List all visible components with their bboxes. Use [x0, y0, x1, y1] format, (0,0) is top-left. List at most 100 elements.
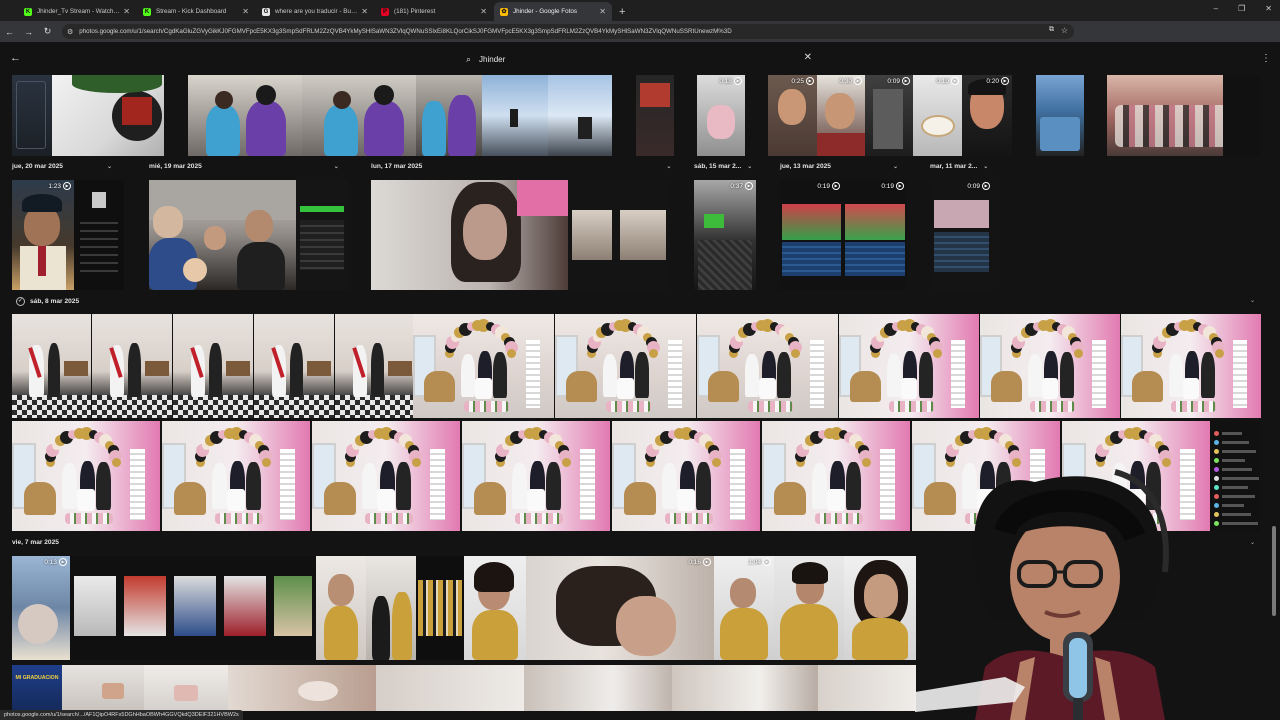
close-tab-icon[interactable]: ✕: [361, 7, 368, 16]
photo-tile[interactable]: [548, 75, 612, 156]
photo-tile[interactable]: [672, 665, 818, 711]
photo-tile[interactable]: [697, 314, 838, 418]
photo-tile[interactable]: [296, 180, 348, 290]
clear-search-icon[interactable]: ✕: [804, 52, 812, 63]
video-tile[interactable]: 0:13 ▶: [12, 556, 70, 660]
scrollbar-thumb[interactable]: [1272, 526, 1276, 616]
photo-tile[interactable]: MI GRADUACION: [12, 665, 62, 711]
photo-tile[interactable]: [52, 75, 164, 156]
install-icon[interactable]: ⧉: [1049, 26, 1054, 34]
photo-tile[interactable]: [12, 75, 52, 156]
photo-tile[interactable]: [170, 556, 220, 660]
date-header[interactable]: sáb, 15 mar 2... ⌄: [694, 163, 752, 170]
browser-tab[interactable]: K Stream - Kick Dashboard ✕: [137, 2, 255, 21]
photo-tile[interactable]: [371, 180, 568, 290]
photo-tile[interactable]: [464, 556, 526, 660]
photo-tile[interactable]: [335, 314, 415, 418]
video-tile[interactable]: 0:19 ▶: [780, 180, 843, 290]
page-scrollbar[interactable]: [1272, 78, 1276, 708]
search-box[interactable]: ⌕ ✕: [462, 49, 820, 69]
photo-tile[interactable]: [92, 314, 172, 418]
chevron-down-icon[interactable]: ⌄: [666, 163, 671, 170]
photo-tile[interactable]: [120, 556, 170, 660]
photo-tile[interactable]: [1121, 314, 1261, 418]
video-tile[interactable]: 0:16 ▶: [526, 556, 714, 660]
photo-tile[interactable]: [149, 180, 296, 290]
video-tile[interactable]: 0:37 ▶: [694, 180, 756, 290]
photo-tile[interactable]: [70, 556, 120, 660]
bookmark-star-icon[interactable]: ☆: [1061, 26, 1068, 35]
photo-tile[interactable]: [774, 556, 844, 660]
photo-tile[interactable]: [462, 421, 610, 531]
close-tab-icon[interactable]: ✕: [242, 7, 249, 16]
photo-tile[interactable]: [762, 421, 910, 531]
date-header[interactable]: ✓ sáb, 8 mar 2025: [16, 297, 79, 306]
photo-tile[interactable]: [416, 556, 464, 660]
minimize-icon[interactable]: –: [1214, 4, 1218, 13]
video-tile[interactable]: 0:19 ▶: [843, 180, 907, 290]
photo-tile[interactable]: [413, 314, 554, 418]
date-header[interactable]: jue, 13 mar 2025 ⌄: [780, 163, 898, 170]
video-tile[interactable]: 0:19 ▶: [913, 75, 962, 156]
new-tab-button[interactable]: +: [619, 6, 625, 18]
photo-tile[interactable]: [302, 75, 416, 156]
date-header[interactable]: mar, 11 mar 2... ⌄: [930, 163, 988, 170]
photo-tile[interactable]: [220, 556, 270, 660]
photo-tile[interactable]: [818, 665, 916, 711]
video-tile[interactable]: 1:23 ▶: [12, 180, 74, 290]
photo-tile[interactable]: [612, 421, 760, 531]
photo-tile[interactable]: [1210, 421, 1260, 531]
photo-tile[interactable]: [844, 556, 916, 660]
photo-tile[interactable]: [482, 75, 548, 156]
close-tab-icon[interactable]: ✕: [123, 7, 130, 16]
site-info-icon[interactable]: ⚙: [67, 28, 73, 36]
browser-tab[interactable]: ✿ Jhinder - Google Fotos ✕: [494, 2, 612, 21]
more-options-icon[interactable]: ⋮: [1261, 53, 1271, 64]
photo-tile[interactable]: [62, 665, 144, 711]
photo-tile[interactable]: [312, 421, 460, 531]
photo-tile[interactable]: [12, 421, 160, 531]
photo-tile[interactable]: [416, 75, 482, 156]
browser-tab[interactable]: P (181) Pinterest ✕: [375, 2, 493, 21]
close-tab-icon[interactable]: ✕: [599, 7, 606, 16]
video-tile[interactable]: 0:09 ▶: [865, 75, 913, 156]
video-tile[interactable]: 0:18 ▶: [697, 75, 745, 156]
arrow-back-icon[interactable]: ←: [10, 52, 21, 64]
photo-tile[interactable]: [524, 665, 672, 711]
forward-icon[interactable]: →: [19, 27, 38, 37]
close-window-icon[interactable]: ✕: [1265, 4, 1272, 13]
photo-tile[interactable]: [228, 665, 376, 711]
close-tab-icon[interactable]: ✕: [480, 7, 487, 16]
video-tile[interactable]: 1:04 ▶: [714, 556, 774, 660]
chevron-down-icon[interactable]: ⌄: [983, 163, 988, 170]
photo-tile[interactable]: [555, 314, 696, 418]
photo-tile[interactable]: [980, 314, 1120, 418]
photo-tile[interactable]: [144, 665, 228, 711]
photo-tile[interactable]: [254, 314, 334, 418]
search-input[interactable]: [479, 54, 780, 64]
chevron-down-icon[interactable]: ⌄: [1250, 297, 1255, 304]
chevron-down-icon[interactable]: ⌄: [334, 163, 339, 170]
photo-tile[interactable]: [1036, 75, 1084, 156]
photo-tile[interactable]: [162, 421, 310, 531]
chevron-down-icon[interactable]: ⌄: [1250, 539, 1255, 546]
video-tile[interactable]: 0:09 ▶: [930, 180, 993, 290]
photo-tile[interactable]: [568, 180, 616, 290]
chevron-down-icon[interactable]: ⌄: [747, 163, 752, 170]
photo-tile[interactable]: [12, 314, 91, 418]
video-tile[interactable]: 0:25 ▶: [768, 75, 817, 156]
photo-tile[interactable]: [188, 75, 302, 156]
video-tile[interactable]: 0:20 ▶: [962, 75, 1012, 156]
photo-tile[interactable]: [376, 665, 524, 711]
date-header[interactable]: vie, 7 mar 2025: [12, 539, 59, 546]
maximize-icon[interactable]: ❐: [1238, 4, 1245, 13]
reload-icon[interactable]: ↻: [38, 26, 57, 37]
chevron-down-icon[interactable]: ⌄: [893, 163, 898, 170]
browser-tab[interactable]: Gwhere are you traducir - Buscar ✕: [256, 2, 374, 21]
photo-tile[interactable]: [1107, 75, 1260, 156]
photo-tile[interactable]: [74, 180, 124, 290]
chevron-down-icon[interactable]: ⌄: [107, 163, 112, 170]
back-icon[interactable]: ←: [0, 27, 19, 37]
select-check-icon[interactable]: ✓: [16, 297, 25, 306]
photo-tile[interactable]: [270, 556, 316, 660]
